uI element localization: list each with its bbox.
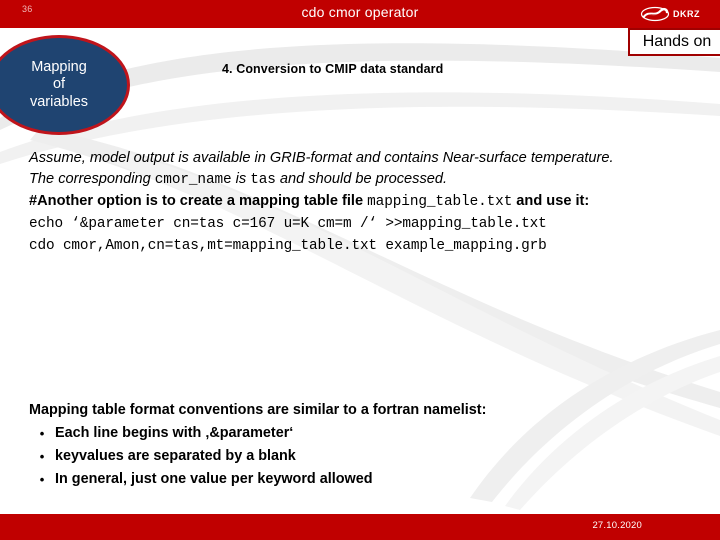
page-title: cdo cmor operator [301, 4, 419, 20]
dkrz-globe-icon [640, 6, 670, 22]
body-line-3-part-b: and use it: [512, 193, 590, 209]
body-line-2-mono-tas: tas [250, 172, 276, 188]
body-line-2-part-b: is [231, 171, 251, 187]
footer-bar: 27.10.2020 [0, 514, 720, 540]
bullet-dot-icon: • [39, 426, 45, 441]
slide-canvas: 36 cdo cmor operator DKRZ Hands on Mappi… [0, 0, 720, 540]
body-line-3-part-a: #Another option is to create a mapping t… [29, 193, 368, 209]
mapping-of-variables-badge: Mapping of variables [0, 35, 130, 135]
body-line-2-part-c: and should be processed. [275, 171, 448, 187]
code-line-cdo-cmor: cdo cmor,Amon,cn=tas,mt=mapping_table.tx… [29, 238, 547, 254]
list-item: • Each line begins with ‚&parameter‘ [29, 423, 649, 444]
code-line-echo: echo ‘&parameter cn=tas c=167 u=K cm=m /… [29, 216, 547, 232]
list-item: • In general, just one value per keyword… [29, 469, 649, 490]
body-text-block: Assume, model output is available in GRI… [29, 148, 701, 257]
body-line-3: #Another option is to create a mapping t… [29, 191, 701, 213]
badge-line-3: variables [29, 93, 89, 110]
hands-on-badge: Hands on [628, 28, 720, 56]
bullet-dot-icon: • [39, 472, 45, 487]
bullet-dot-icon: • [39, 449, 45, 464]
dkrz-wordmark: DKRZ [673, 9, 700, 19]
hands-on-label: Hands on [642, 33, 712, 50]
footer-date: 27.10.2020 [592, 520, 642, 531]
list-item-label: keyvalues are separated by a blank [55, 448, 296, 464]
body-line-2: The corresponding cmor_name is tas and s… [29, 169, 701, 191]
list-item-label: In general, just one value per keyword a… [55, 471, 373, 487]
body-line-2-mono-cmor-name: cmor_name [154, 172, 232, 188]
body-line-2-part-a: The corresponding [29, 171, 155, 187]
badge-line-2: of [52, 76, 66, 93]
lower-text-block: Mapping table format conventions are sim… [29, 400, 649, 490]
lower-title: Mapping table format conventions are sim… [29, 402, 487, 418]
list-item: • keyvalues are separated by a blank [29, 446, 649, 467]
dkrz-logo: DKRZ [640, 3, 712, 25]
list-item-label: Each line begins with ‚&parameter‘ [55, 425, 294, 441]
section-heading: 4. Conversion to CMIP data standard [222, 62, 444, 76]
body-line-1: Assume, model output is available in GRI… [29, 150, 614, 166]
badge-line-1: Mapping [31, 59, 87, 76]
body-line-3-mono-filename: mapping_table.txt [367, 194, 513, 210]
header-bar: 36 cdo cmor operator DKRZ [0, 0, 720, 28]
